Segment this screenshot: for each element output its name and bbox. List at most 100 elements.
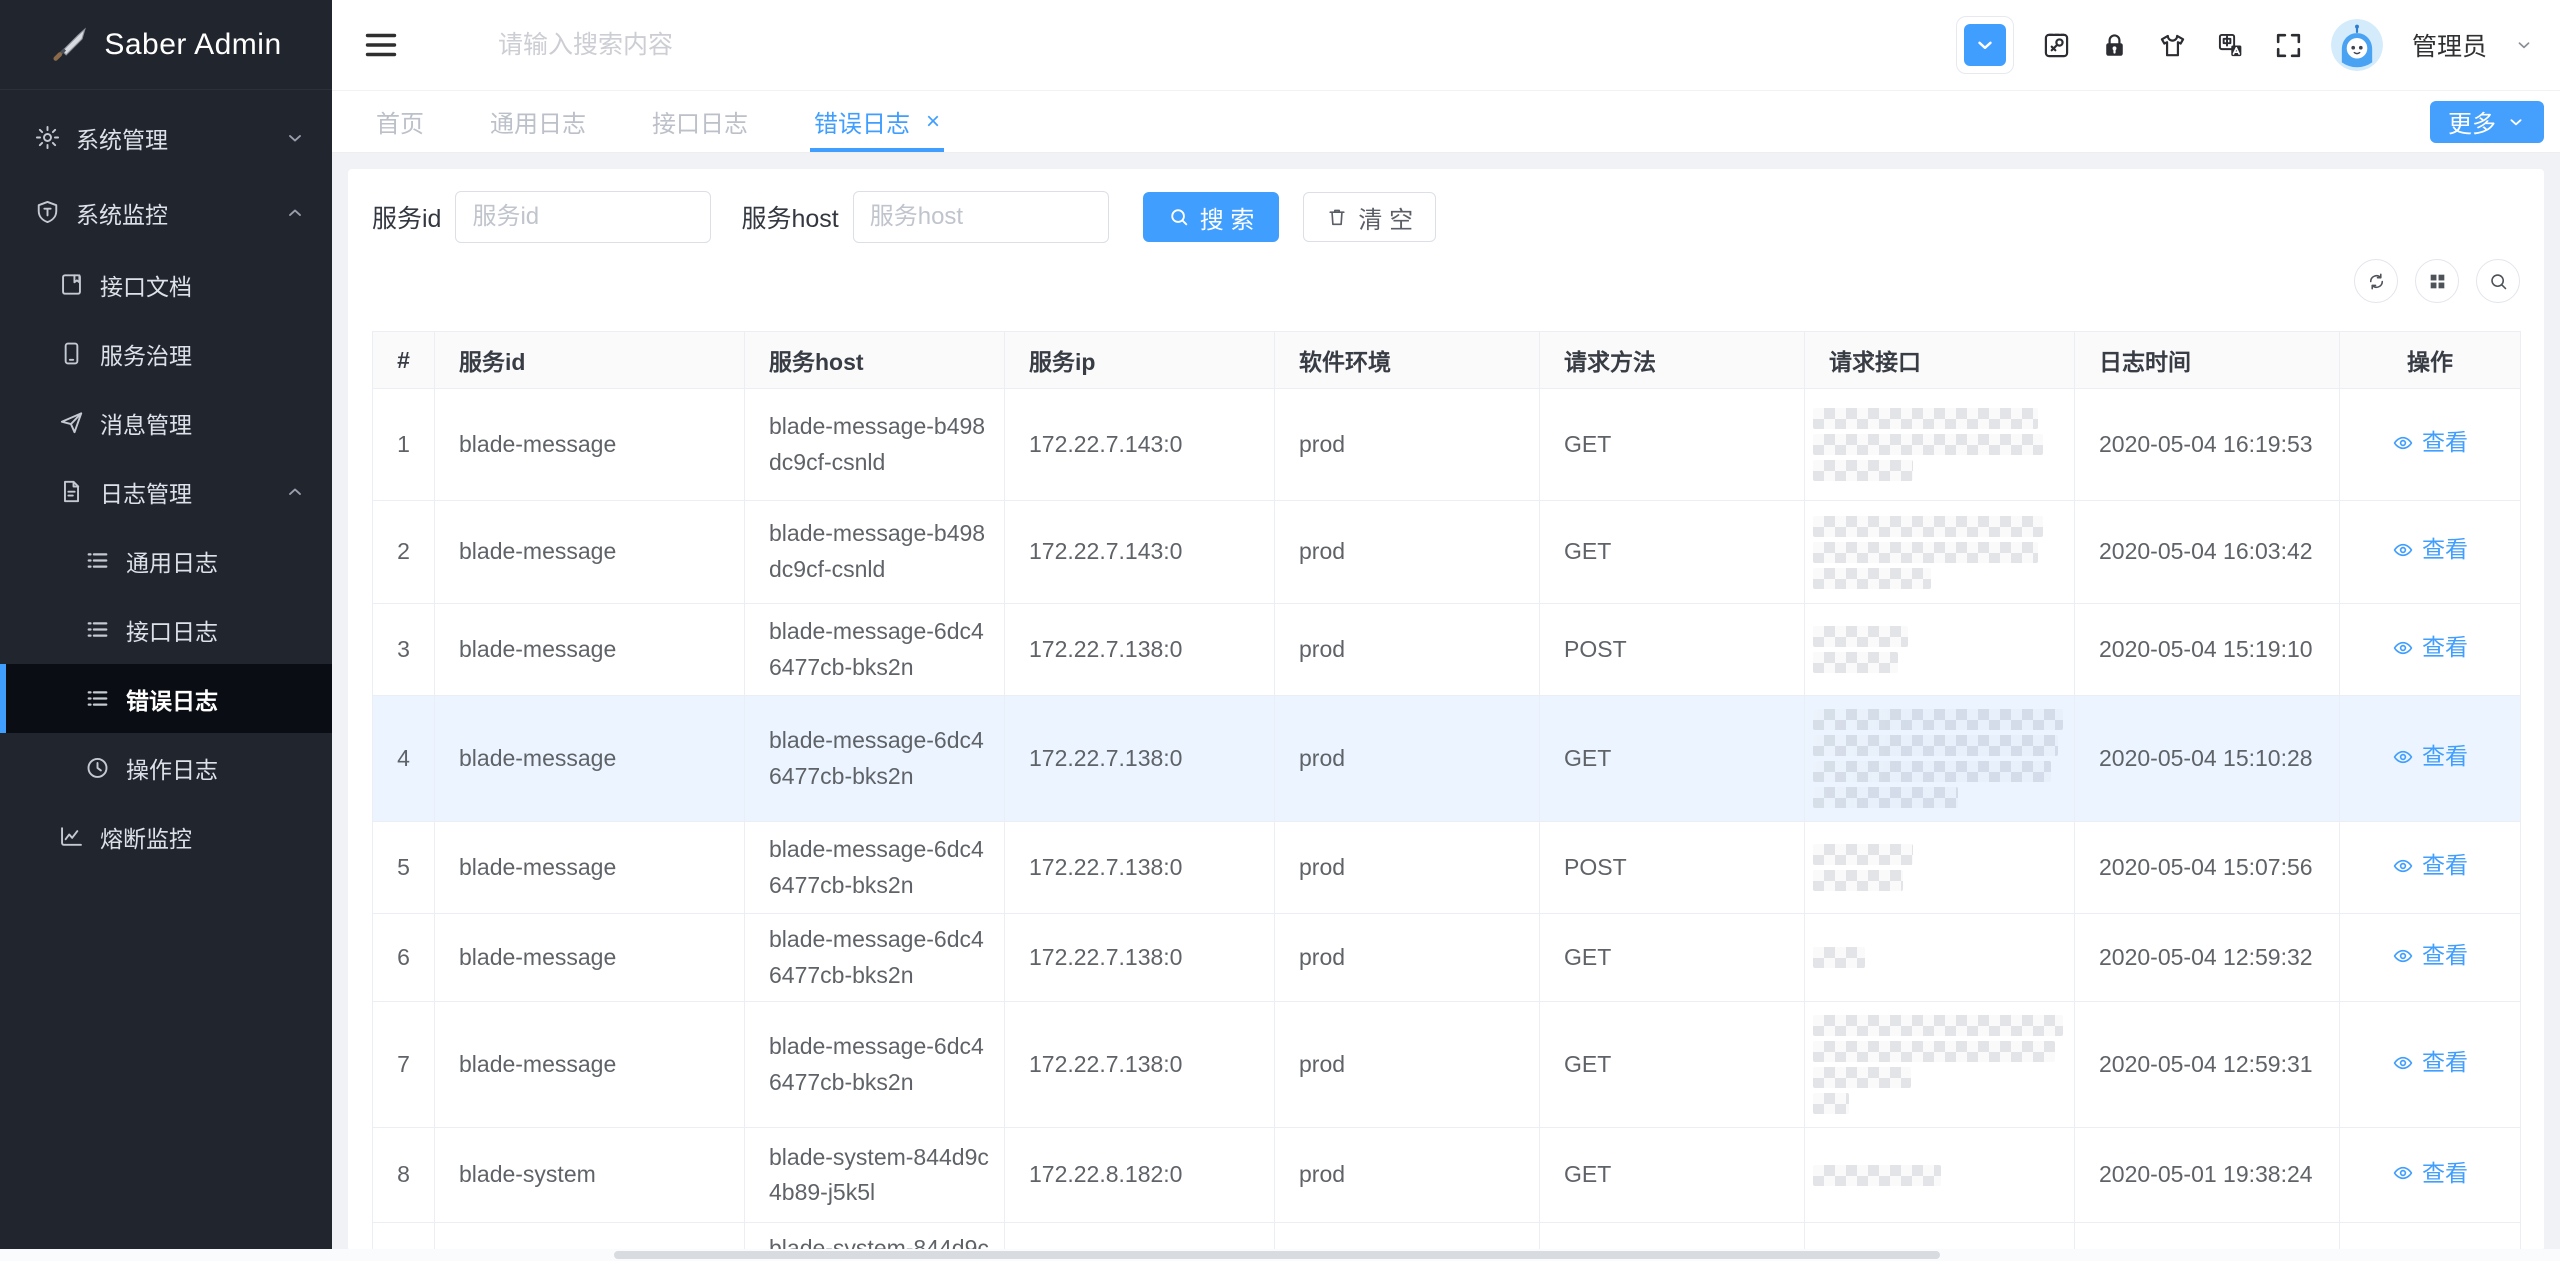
horizontal-scrollbar-thumb[interactable] [614, 1251, 1940, 1259]
cell-request-api [1805, 914, 2075, 1002]
table-row[interactable]: 6blade-messageblade-message-6dc46477cb-b… [373, 914, 2521, 1002]
sidebar-item-service-governance[interactable]: 服务治理 [0, 319, 332, 388]
redacted-text [1813, 709, 2063, 730]
cell-env: prod [1275, 389, 1540, 501]
app-window: Saber Admin 系统管理系统监控接口文档服务治理消息管理日志管理通用日志… [0, 0, 2560, 1261]
debug-icon[interactable] [2041, 30, 2072, 61]
table-header-row: #服务id服务host服务ip软件环境请求方法请求接口日志时间操作 [373, 332, 2521, 389]
app-logo: Saber Admin [0, 0, 332, 90]
more-button[interactable]: 更多 [2430, 101, 2544, 143]
sidebar-item-label: 操作日志 [126, 751, 218, 785]
sidebar-item-message-manage[interactable]: 消息管理 [0, 388, 332, 457]
sidebar-item-api-docs[interactable]: 接口文档 [0, 250, 332, 319]
lock-icon[interactable] [2099, 30, 2130, 61]
sidebar-item-operation-log[interactable]: 操作日志 [0, 733, 332, 802]
cell-service-id: blade-system [435, 1223, 745, 1251]
tab-error-log[interactable]: 错误日志× [810, 91, 944, 152]
sidebar-item-general-log[interactable]: 通用日志 [0, 526, 332, 595]
redacted-text [1813, 787, 1958, 808]
cell-service-ip: 172.22.7.143:0 [1005, 501, 1275, 604]
cell-actions: 查看 [2340, 501, 2521, 604]
redacted-text [1813, 735, 2058, 756]
view-link[interactable]: 查看 [2392, 532, 2468, 568]
view-link[interactable]: 查看 [2392, 1045, 2468, 1081]
cell-log-time: 2020-05-01 19:37:08 [2075, 1223, 2340, 1251]
tab-home[interactable]: 首页 [372, 91, 428, 152]
clear-button[interactable]: 清 空 [1303, 192, 1436, 242]
cell-service-host: blade-message-6dc46477cb-bks2n [745, 604, 1005, 696]
service-host-label: 服务host [741, 199, 838, 235]
chevron-down-icon[interactable] [2514, 35, 2534, 55]
cell-service-ip: 172.22.7.138:0 [1005, 822, 1275, 914]
view-link[interactable]: 查看 [2392, 630, 2468, 666]
service-id-label: 服务id [372, 199, 441, 235]
view-link[interactable]: 查看 [2392, 425, 2468, 461]
view-link[interactable]: 查看 [2392, 1156, 2468, 1192]
chevron-down-icon [1964, 24, 2006, 66]
fullscreen-icon[interactable] [2273, 30, 2304, 61]
cell-service-ip: 172.22.7.138:0 [1005, 914, 1275, 1002]
sidebar-item-system-monitor[interactable]: 系统监控 [0, 175, 332, 250]
table-row[interactable]: 7blade-messageblade-message-6dc46477cb-b… [373, 1002, 2521, 1128]
top-menu-toggle-button[interactable] [1956, 16, 2014, 74]
tab-api-log[interactable]: 接口日志 [648, 91, 752, 152]
error-log-table: #服务id服务host服务ip软件环境请求方法请求接口日志时间操作 1blade… [372, 331, 2521, 1251]
eye-icon [2392, 855, 2414, 877]
refresh-icon [2366, 271, 2387, 292]
cell-method: GET [1540, 696, 1805, 822]
global-search-input[interactable] [498, 31, 918, 60]
search-button[interactable] [2476, 259, 2520, 303]
cell-service-host: blade-message-b498dc9cf-csnld [745, 501, 1005, 604]
cell-log-time: 2020-05-04 15:07:56 [2075, 822, 2340, 914]
tab-general-log[interactable]: 通用日志 [486, 91, 590, 152]
sidebar-item-label: 服务治理 [100, 337, 192, 371]
sidebar-item-api-log[interactable]: 接口日志 [0, 595, 332, 664]
tshirt-icon[interactable] [2157, 30, 2188, 61]
cell-log-time: 2020-05-04 12:59:31 [2075, 1002, 2340, 1128]
cell-service-ip: 172.22.8.182:0 [1005, 1128, 1275, 1223]
eye-icon [2392, 1052, 2414, 1074]
table-row[interactable]: 1blade-messageblade-message-b498dc9cf-cs… [373, 389, 2521, 501]
chevron-down-icon [2506, 112, 2526, 132]
cell-actions: 查看 [2340, 696, 2521, 822]
tab-label: 首页 [376, 104, 424, 139]
cell-actions: 查看 [2340, 822, 2521, 914]
cell-request-api [1805, 501, 2075, 604]
user-name[interactable]: 管理员 [2412, 27, 2487, 63]
sidebar-item-circuit-monitor[interactable]: 熔断监控 [0, 802, 332, 871]
sidebar-item-error-log[interactable]: 错误日志 [0, 664, 332, 733]
service-id-input[interactable] [455, 191, 711, 243]
cell-method: GET [1540, 914, 1805, 1002]
cell-service-ip: 172.22.7.138:0 [1005, 604, 1275, 696]
table-row[interactable]: 8blade-systemblade-system-844d9c4b89-j5k… [373, 1128, 2521, 1223]
table-row[interactable]: 2blade-messageblade-message-b498dc9cf-cs… [373, 501, 2521, 604]
sword-icon [50, 26, 88, 64]
view-link[interactable]: 查看 [2392, 848, 2468, 884]
view-link[interactable]: 查看 [2392, 739, 2468, 775]
sidebar-item-system-manage[interactable]: 系统管理 [0, 100, 332, 175]
table-toolbar [372, 259, 2520, 303]
view-link[interactable]: 查看 [2392, 938, 2468, 974]
sidebar-item-label: 系统监控 [76, 196, 168, 230]
column-header: 请求方法 [1540, 332, 1805, 389]
table-row[interactable]: 4blade-messageblade-message-6dc46477cb-b… [373, 696, 2521, 822]
list-icon [84, 685, 111, 712]
table-row[interactable]: 9blade-systemblade-system-844d9c4b89-j5k… [373, 1223, 2521, 1251]
close-icon[interactable]: × [926, 110, 940, 134]
service-host-input[interactable] [853, 191, 1109, 243]
column-header: 服务ip [1005, 332, 1275, 389]
layout-button[interactable] [2415, 259, 2459, 303]
table-row[interactable]: 5blade-messageblade-message-6dc46477cb-b… [373, 822, 2521, 914]
refresh-button[interactable] [2354, 259, 2398, 303]
chevron-down-icon [284, 127, 306, 149]
hamburger-menu-icon[interactable] [362, 26, 400, 64]
cell-service-host: blade-message-b498dc9cf-csnld [745, 389, 1005, 501]
table-body: 1blade-messageblade-message-b498dc9cf-cs… [373, 389, 2521, 1252]
translate-icon[interactable] [2215, 30, 2246, 61]
chevron-up-icon [284, 202, 306, 224]
table-row[interactable]: 3blade-messageblade-message-6dc46477cb-b… [373, 604, 2521, 696]
sidebar-item-log-manage[interactable]: 日志管理 [0, 457, 332, 526]
user-avatar[interactable] [2331, 19, 2383, 71]
cell-service-host: blade-system-844d9c4b89-j5k5l [745, 1128, 1005, 1223]
search-button[interactable]: 搜 索 [1143, 192, 1280, 242]
